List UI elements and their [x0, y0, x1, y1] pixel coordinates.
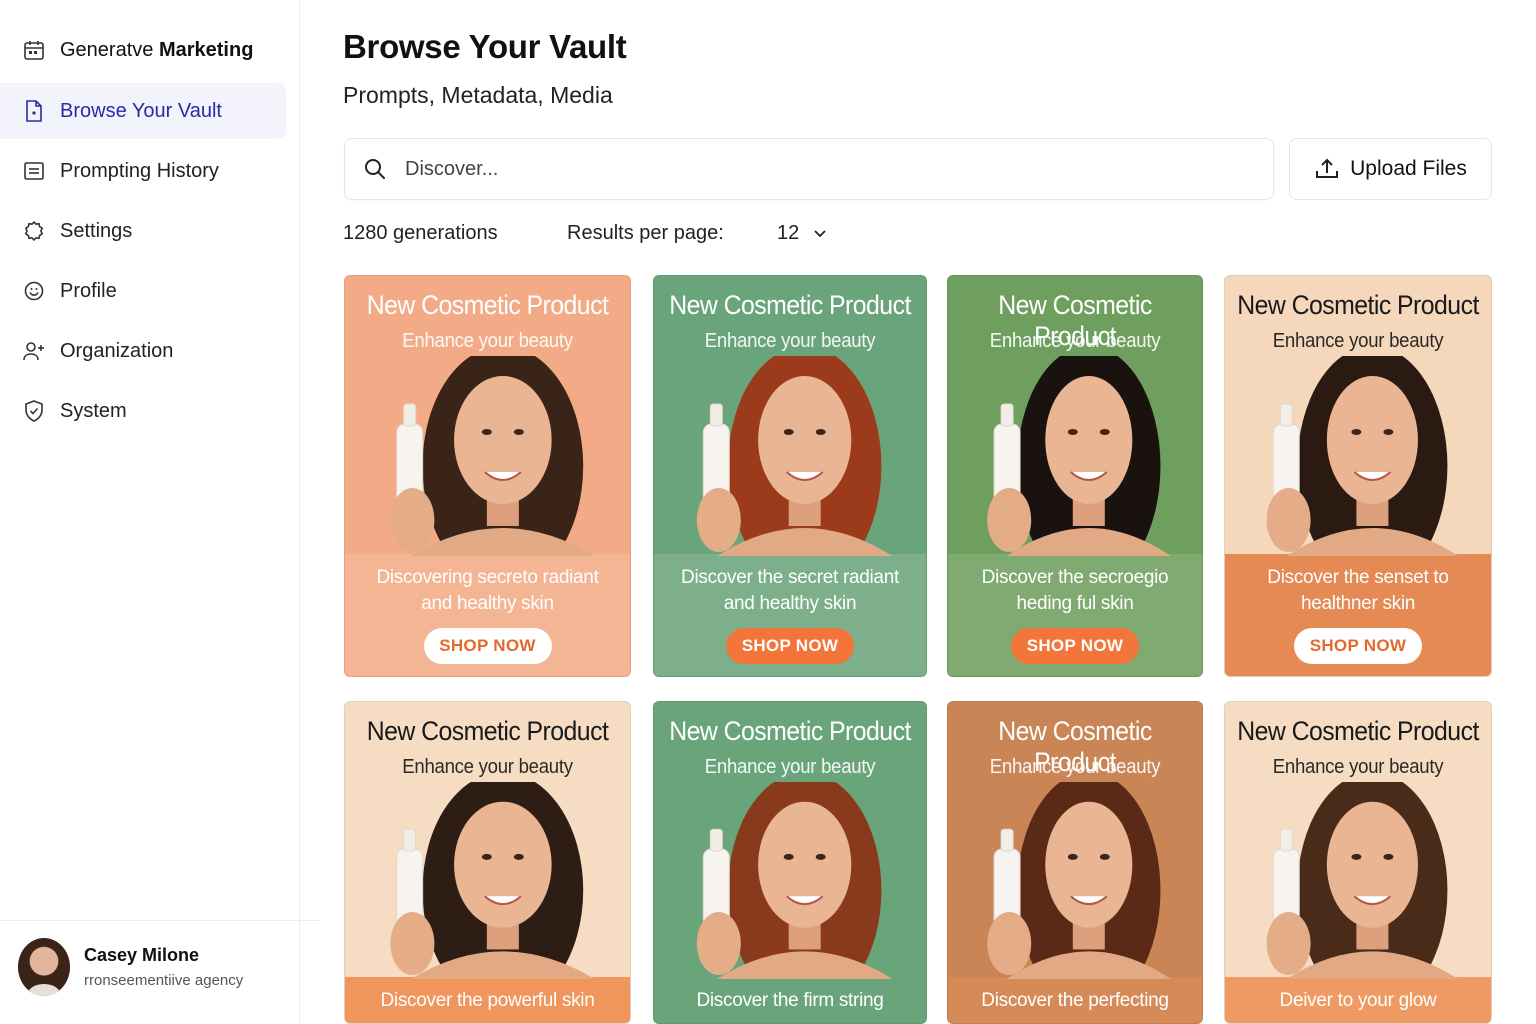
media-card[interactable]: New Cosmetic Product Enhance your beauty D…	[344, 275, 631, 677]
brand-strong: Marketing	[158, 38, 254, 61]
shop-now-button[interactable]: SHOP NOW	[726, 628, 854, 664]
media-card[interactable]: New Cosmetic Product Enhance your beauty D…	[947, 701, 1203, 1024]
sidebar-item-browse-vault[interactable]: Browse Your Vault	[0, 83, 286, 139]
user-name: Casey Milone	[84, 945, 200, 965]
shop-now-button[interactable]: SHOP NOW	[1294, 628, 1422, 664]
card-title: New Cosmetic Product	[669, 290, 911, 320]
smile-icon	[22, 279, 46, 303]
card-description: Discover the secret radiant	[681, 567, 899, 588]
card-subtitle: Enhance your beauty	[989, 756, 1161, 778]
sidebar-brand[interactable]: Generatve Marketing	[0, 22, 286, 78]
file-icon	[22, 99, 46, 123]
product-model-illustration	[1266, 782, 1459, 979]
sidebar-item-organization[interactable]: Organization	[0, 323, 286, 379]
sidebar-item-profile[interactable]: Profile	[0, 263, 286, 319]
sidebar-item-label: Browse Your Vault	[60, 99, 222, 122]
upload-label: Upload Files	[1350, 157, 1467, 180]
card-description-line2: healthner skin	[1300, 593, 1416, 614]
media-card[interactable]: New Cosmetic Product Enhance your beauty D…	[653, 275, 927, 677]
upload-files-button[interactable]: Upload Files	[1289, 138, 1492, 200]
avatar	[18, 938, 70, 996]
user-profile[interactable]: Casey Milone rronseementiive agency	[18, 938, 243, 996]
card-description: Discover the perfecting	[981, 990, 1169, 1011]
profile-divider	[0, 920, 320, 921]
shop-now-button[interactable]: SHOP NOW	[1011, 628, 1139, 664]
product-model-illustration	[696, 356, 893, 556]
list-icon	[22, 159, 46, 183]
card-title: New Cosmetic Product	[1237, 290, 1479, 320]
shield-icon	[22, 399, 46, 423]
product-model-illustration	[1266, 356, 1459, 556]
results-per-page-label: Results per page:	[567, 222, 724, 244]
search-bar[interactable]	[344, 138, 1274, 200]
sidebar-item-system[interactable]: System	[0, 383, 286, 439]
chevron-down-icon	[813, 229, 827, 239]
sidebar: Generatve Marketing Browse Your Vault Pr…	[0, 0, 320, 1024]
card-description: Discover the powerful skin	[380, 990, 595, 1011]
page-title: Browse Your Vault	[343, 28, 627, 65]
card-description: Discovering secreto radiant	[376, 567, 599, 588]
results-per-page-select[interactable]: 12	[777, 222, 827, 245]
card-description: Discover the secroegio	[981, 567, 1169, 588]
brand-prefix: Generatve	[60, 38, 154, 61]
sidebar-item-label: System	[60, 399, 127, 422]
card-title: New Cosmetic Product	[366, 290, 609, 320]
sidebar-item-label: Prompting History	[60, 159, 219, 182]
calendar-icon	[22, 38, 46, 62]
results-per-page-value: 12	[777, 222, 800, 244]
card-subtitle: Enhance your beauty	[1272, 330, 1444, 352]
page-subtitle: Prompts, Metadata, Media	[343, 82, 613, 108]
user-org: rronseementiive agency	[84, 972, 244, 989]
card-title: New Cosmetic Product	[366, 716, 609, 746]
media-card[interactable]: New Cosmetic Product Enhance your beauty D…	[344, 701, 631, 1024]
card-description-line2: and healthy skin	[723, 593, 857, 614]
generations-count: 1280 generations	[343, 222, 498, 244]
card-subtitle: Enhance your beauty	[704, 330, 876, 352]
card-subtitle: Enhance your beauty	[402, 756, 573, 778]
product-model-illustration	[390, 356, 595, 556]
card-description: Deiver to your glow	[1279, 990, 1437, 1011]
product-model-illustration	[390, 782, 595, 979]
media-card[interactable]: New Cosmetic Product Enhance your beauty D…	[1224, 275, 1492, 677]
sidebar-item-label: Settings	[60, 219, 133, 242]
search-icon	[363, 157, 387, 181]
card-description-line2: heding ful skin	[1016, 593, 1134, 614]
card-subtitle: Enhance your beauty	[704, 756, 876, 778]
media-card[interactable]: New Cosmetic Product Enhance your beauty D…	[1224, 701, 1492, 1024]
media-card[interactable]: New Cosmetic Product Enhance your beauty D…	[653, 701, 927, 1024]
gear-icon	[22, 219, 46, 243]
product-model-illustration	[696, 782, 893, 979]
card-subtitle: Enhance your beauty	[1272, 756, 1444, 778]
users-icon	[22, 339, 46, 363]
sidebar-item-label: Organization	[60, 339, 174, 362]
card-description: Discover the senset to	[1267, 567, 1449, 588]
upload-icon	[1314, 157, 1340, 181]
sidebar-item-label: Profile	[60, 279, 117, 302]
card-subtitle: Enhance your beauty	[402, 330, 573, 352]
product-model-illustration	[987, 782, 1171, 979]
search-input[interactable]	[405, 157, 1225, 181]
card-title: New Cosmetic Product	[1237, 716, 1479, 746]
shop-now-button[interactable]: SHOP NOW	[423, 628, 552, 664]
card-subtitle: Enhance your beauty	[989, 330, 1161, 352]
card-description: Discover the firm string	[696, 990, 884, 1011]
media-card[interactable]: New Cosmetic Product Enhance your beauty D…	[947, 275, 1203, 677]
sidebar-item-prompting-history[interactable]: Prompting History	[0, 143, 286, 199]
card-description-line2: and healthy skin	[421, 593, 554, 614]
sidebar-item-settings[interactable]: Settings	[0, 203, 286, 259]
product-model-illustration	[987, 356, 1171, 556]
card-title: New Cosmetic Product	[669, 716, 911, 746]
